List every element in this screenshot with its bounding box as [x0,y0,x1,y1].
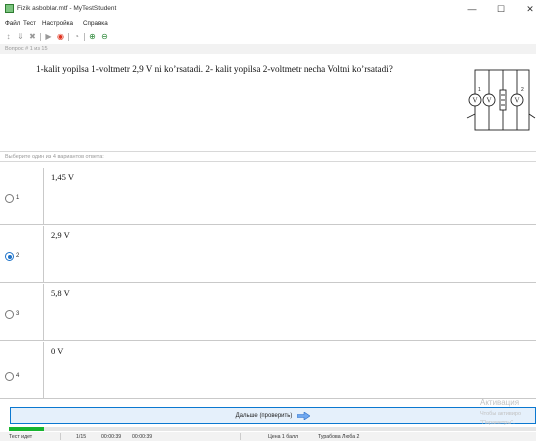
maximize-button[interactable]: ☐ [491,2,511,16]
answer-number: 1 [16,195,20,201]
toolbar-separator [84,33,85,41]
answer-box[interactable]: 2,9 V [43,226,536,283]
stop-icon[interactable]: ◉ [56,32,65,41]
voltmeter-number: 2 [521,87,524,93]
answer-number: 3 [16,311,20,317]
time-total: 00:00:39 [132,433,153,440]
next-button-label: Дальше (проверить) [235,412,293,419]
answer-text: 0 V [51,346,64,356]
answer-radio-3[interactable] [5,310,14,319]
toolbar-separator [68,33,69,41]
progress-fill [9,427,45,431]
menu-bar: Файл Тест Настройка Справка [0,18,536,30]
toolbar-separator [40,33,41,41]
zoom-in-icon[interactable]: ⊕ [88,32,97,41]
sort-icon[interactable]: ↕ [4,32,13,41]
answer-text: 2,9 V [51,230,70,240]
answer-box[interactable]: 1,45 V [43,168,536,225]
zoom-out-icon[interactable]: ⊖ [100,32,109,41]
answer-box[interactable]: 5,8 V [43,284,536,341]
answer-option-3[interactable]: 3 5,8 V [0,284,536,341]
title-bar: Fizik asboblar.mtf - MyTestStudent — ☐ ✕ [0,0,536,18]
menu-help[interactable]: Справка [83,20,108,27]
answer-option-4[interactable]: 4 0 V [0,342,536,399]
down-arrow-icon[interactable]: ⇓ [16,32,25,41]
minimize-button[interactable]: — [462,2,482,16]
voltmeter-label: V [514,97,519,105]
voltmeter-label: V [472,97,477,105]
question-text: 1-kalit yopilsa 1-voltmetr 2,9 V ni ko’r… [36,64,393,74]
status-separator [60,433,61,440]
close-button[interactable]: ✕ [520,2,536,16]
arrow-right-icon [297,411,311,420]
answer-box[interactable]: 0 V [43,342,536,399]
answer-radio-4[interactable] [5,372,14,381]
question-counter: 1/15 [76,433,87,440]
play-icon[interactable]: ▶ [44,32,53,41]
test-state: Тест идет [9,433,33,440]
menu-file[interactable]: Файл [5,20,20,27]
voltmeter-number: 1 [478,87,481,93]
answer-number: 4 [16,373,20,379]
question-number: Вопрос # 1 из 15 [0,44,536,54]
menu-test[interactable]: Тест [23,20,36,27]
window-title: Fizik asboblar.mtf - MyTestStudent [17,5,117,12]
menu-settings[interactable]: Настройка [42,20,73,27]
answer-text: 5,8 V [51,288,70,298]
circuit-diagram: V V V 1 2 [466,69,536,131]
voltmeter-label: V [486,97,491,105]
activation-watermark-line1: Чтобы активиро [480,411,522,417]
activation-watermark-title: Активация [480,398,520,407]
answer-option-1[interactable]: 1 1,45 V [0,168,536,225]
activation-watermark-line2: "Параметры". [480,420,515,426]
question-cost: Цена 1 балл [268,433,299,440]
toolbar: ↕ ⇓ ✖ ▶ ◉ ◔ ⊕ ⊖ [0,30,536,44]
answer-radio-1[interactable] [5,194,14,203]
app-icon [5,4,14,13]
test-progress-bar [9,427,536,431]
answer-radio-2[interactable] [5,252,14,261]
delete-icon[interactable]: ✖ [28,32,37,41]
help-icon[interactable]: ◔ [72,32,81,41]
answer-option-2[interactable]: 2 2,9 V [0,226,536,283]
user-name: Турабова Люба 2 [318,433,360,440]
answer-number: 2 [16,253,20,259]
answer-text: 1,45 V [51,172,74,182]
status-separator [240,433,241,440]
answer-instruction: Выберите один из 4 вариантов ответа: [0,151,536,162]
status-bar: Тест идет 1/15 00:00:39 00:00:39 Цена 1 … [0,432,536,441]
time-elapsed: 00:00:39 [101,433,122,440]
next-check-button[interactable]: Дальше (проверить) [10,407,536,424]
